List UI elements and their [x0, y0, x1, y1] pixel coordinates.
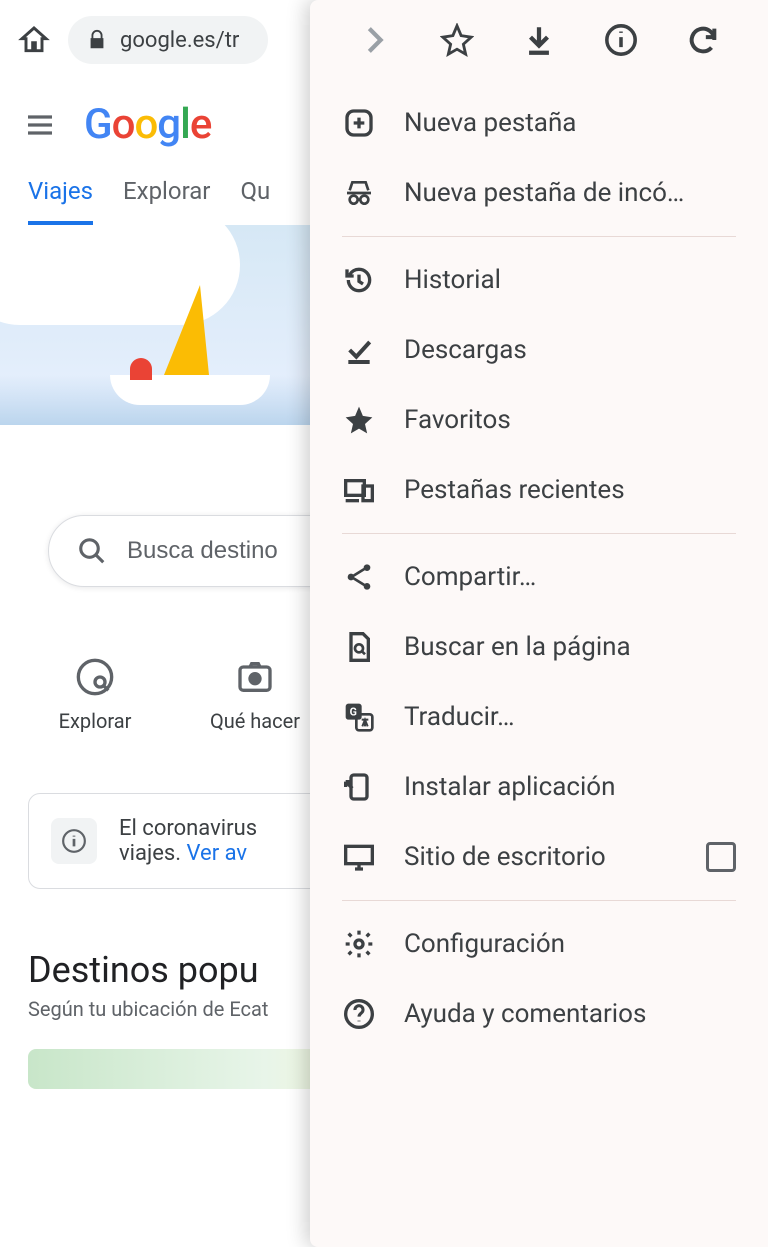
tab-viajes[interactable]: Viajes [28, 177, 93, 225]
menu-recent-tabs[interactable]: Pestañas recientes [310, 455, 768, 525]
camera-icon [235, 657, 275, 697]
notice-text: El coronavirus viajes. Ver av [119, 816, 257, 866]
browser-menu: Nueva pestaña Nueva pestaña de incó… His… [310, 0, 768, 1247]
hamburger-icon[interactable] [24, 109, 56, 141]
menu-incognito[interactable]: Nueva pestaña de incó… [310, 158, 768, 228]
tab-explorar[interactable]: Explorar [123, 177, 210, 225]
svg-text:G: G [350, 706, 357, 719]
menu-new-tab[interactable]: Nueva pestaña [310, 88, 768, 158]
explore-icon [75, 657, 115, 697]
shortcut-que-hacer[interactable]: Qué hacer [200, 657, 310, 733]
home-icon[interactable] [18, 24, 50, 56]
shortcut-explorar[interactable]: Explorar [40, 657, 150, 733]
menu-share[interactable]: Compartir… [310, 542, 768, 612]
menu-bookmarks[interactable]: Favoritos [310, 385, 768, 455]
download-icon[interactable] [520, 21, 558, 59]
url-text: google.es/tr [120, 28, 239, 53]
menu-install[interactable]: Instalar aplicación [310, 752, 768, 822]
menu-history[interactable]: Historial [310, 245, 768, 315]
menu-items: Nueva pestaña Nueva pestaña de incó… His… [310, 80, 768, 1247]
menu-translate[interactable]: G Traducir… [310, 682, 768, 752]
star-fill-icon [342, 403, 376, 437]
find-page-icon [342, 630, 376, 664]
menu-toolbar [310, 0, 768, 80]
translate-icon: G [342, 700, 376, 734]
desktop-checkbox[interactable] [706, 842, 736, 872]
reload-icon[interactable] [684, 21, 722, 59]
address-bar[interactable]: google.es/tr [68, 16, 268, 64]
menu-settings[interactable]: Configuración [310, 909, 768, 979]
share-icon [342, 560, 376, 594]
google-logo[interactable]: Google [84, 100, 211, 149]
tab-que[interactable]: Qu [240, 177, 270, 225]
menu-help[interactable]: Ayuda y comentarios [310, 979, 768, 1049]
install-icon [342, 770, 376, 804]
help-icon [342, 997, 376, 1031]
gear-icon [342, 927, 376, 961]
menu-find[interactable]: Buscar en la página [310, 612, 768, 682]
menu-separator [342, 533, 736, 534]
search-icon [77, 536, 107, 566]
history-icon [342, 263, 376, 297]
info-circle-icon[interactable] [602, 21, 640, 59]
forward-icon[interactable] [356, 21, 394, 59]
plus-box-icon [342, 106, 376, 140]
info-icon [51, 818, 97, 864]
desktop-icon [342, 840, 376, 874]
menu-desktop-site[interactable]: Sitio de escritorio [310, 822, 768, 892]
notice-link[interactable]: Ver av [187, 841, 248, 866]
devices-icon [342, 473, 376, 507]
download-done-icon [342, 333, 376, 367]
menu-downloads[interactable]: Descargas [310, 315, 768, 385]
star-icon[interactable] [438, 21, 476, 59]
menu-separator [342, 236, 736, 237]
lock-icon [86, 29, 108, 51]
menu-separator [342, 900, 736, 901]
incognito-icon [342, 176, 376, 210]
